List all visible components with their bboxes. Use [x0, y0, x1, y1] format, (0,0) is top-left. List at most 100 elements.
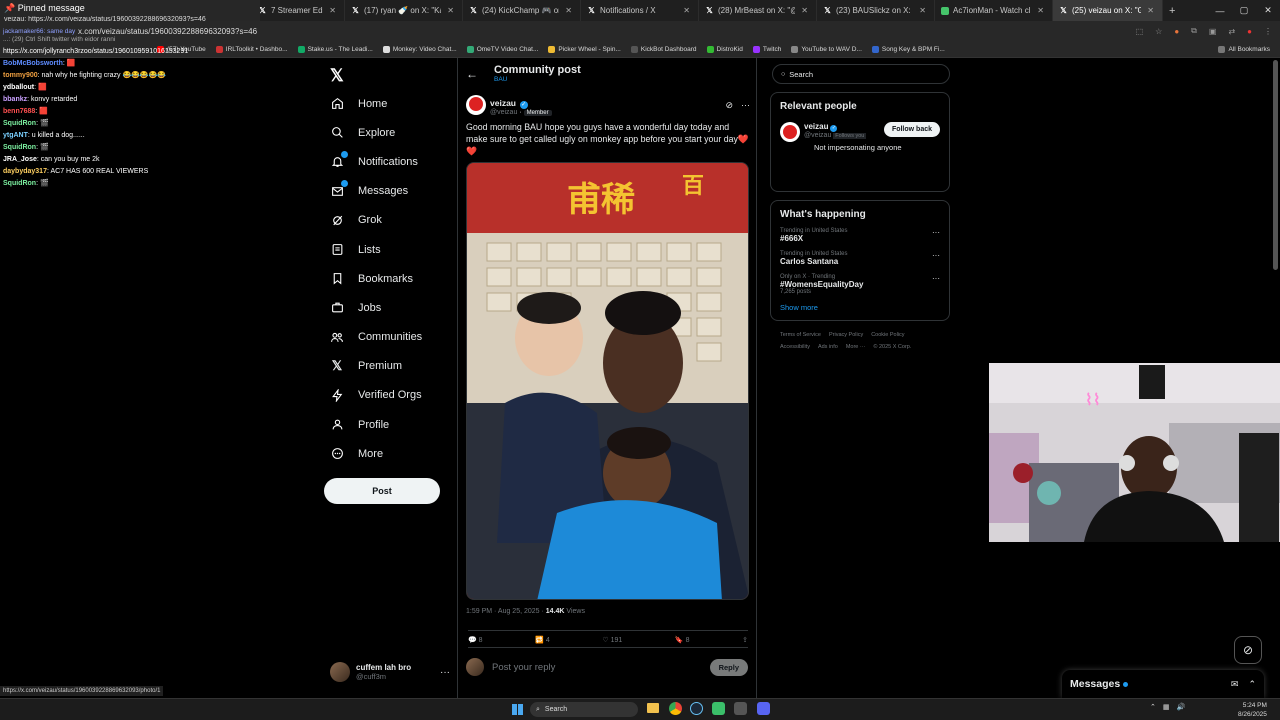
- footer-link[interactable]: © 2025 X Corp.: [873, 344, 911, 350]
- ellipsis-icon[interactable]: ···: [440, 667, 450, 678]
- bookmark-item[interactable]: Song Key & BPM Fi...: [871, 45, 945, 53]
- bookmark-item[interactable]: DistroKid: [706, 45, 743, 53]
- close-icon[interactable]: ✕: [1147, 6, 1154, 15]
- grok-float-button[interactable]: ⊘: [1234, 636, 1262, 664]
- bookmark-item[interactable]: Stake.us - The Leadi...: [297, 45, 373, 53]
- app-icon[interactable]: [734, 702, 747, 715]
- sidebar-icon[interactable]: ⇄: [1228, 27, 1235, 36]
- post-photo[interactable]: 甫稀 百: [466, 162, 749, 600]
- record-icon[interactable]: ●: [1247, 27, 1252, 36]
- profile-icon[interactable]: ▣: [1209, 27, 1217, 36]
- post-button[interactable]: Post: [324, 478, 440, 504]
- browser-tab[interactable]: 𝕏 Notifications / X ✕: [581, 0, 699, 21]
- nav-communities[interactable]: Communities: [318, 323, 456, 352]
- ellipsis-icon[interactable]: ···: [932, 228, 940, 237]
- chat-username[interactable]: SquidRon: [3, 144, 36, 151]
- avatar[interactable]: [780, 122, 800, 142]
- all-bookmarks[interactable]: All Bookmarks: [1218, 45, 1270, 53]
- messages-drawer[interactable]: Messages ✉ ⌃: [1062, 670, 1264, 698]
- nav-verified-orgs[interactable]: Verified Orgs: [318, 381, 456, 410]
- nav-lists[interactable]: Lists: [318, 235, 456, 264]
- clock[interactable]: 5:24 PM 8/26/2025: [1238, 701, 1267, 719]
- nav-home[interactable]: Home: [318, 89, 456, 118]
- chat-username[interactable]: BobMcBobsworth: [3, 60, 63, 67]
- close-icon[interactable]: ✕: [801, 6, 808, 15]
- close-icon[interactable]: ✕: [1037, 6, 1044, 15]
- footer-link[interactable]: Terms of Service: [780, 332, 821, 338]
- community-link[interactable]: BAU: [494, 76, 581, 83]
- reply-button[interactable]: Reply: [709, 658, 748, 676]
- close-icon[interactable]: ✕: [683, 6, 690, 15]
- nav-premium[interactable]: 𝕏 Premium: [318, 352, 456, 381]
- reply-action[interactable]: 💬 8: [468, 636, 483, 644]
- extensions-icon[interactable]: ⬚: [1136, 27, 1144, 36]
- trend-item[interactable]: Trending in United States Carlos Santana ·…: [780, 251, 940, 266]
- browser-tab[interactable]: 𝕏(17) ryan 🍼 on X: "Kai Cenat✕: [345, 0, 463, 21]
- close-icon[interactable]: ✕: [447, 6, 454, 15]
- search-box[interactable]: ○ Search: [772, 64, 950, 84]
- share-icon[interactable]: ⇪: [742, 636, 748, 644]
- windows-start-icon[interactable]: [512, 704, 523, 715]
- close-window-icon[interactable]: ✕: [1256, 5, 1280, 16]
- browser-tab[interactable]: 𝕏(23) BAUSlickz on X: "HS mall✕: [817, 0, 935, 21]
- nav-profile[interactable]: Profile: [318, 410, 456, 439]
- chat-username[interactable]: benn7688: [3, 108, 35, 115]
- ellipsis-icon[interactable]: ···: [932, 274, 940, 283]
- nav-jobs[interactable]: Jobs: [318, 293, 456, 322]
- browser-tab[interactable]: 𝕏(24) KickChamp 🎮 on X: "xQ✕: [463, 0, 581, 21]
- bookmark-item[interactable]: Twitch: [752, 45, 781, 53]
- follow-back-button[interactable]: Follow back: [883, 122, 940, 137]
- network-icon[interactable]: ▦: [1163, 703, 1170, 711]
- chat-username[interactable]: tommy900: [3, 72, 38, 79]
- repost-action[interactable]: 🔁 4: [535, 636, 550, 644]
- footer-link[interactable]: Accessibility: [780, 344, 810, 350]
- person-name[interactable]: veizau: [804, 122, 828, 131]
- nav-messages[interactable]: Messages: [318, 177, 456, 206]
- bookmark-item[interactable]: Picker Wheel - Spin...: [548, 45, 621, 53]
- bookmark-item[interactable]: KickBot Dashboard: [630, 45, 697, 53]
- chat-username[interactable]: SquidRon: [3, 120, 36, 127]
- maximize-icon[interactable]: ▢: [1232, 5, 1256, 16]
- chrome-icon[interactable]: [669, 702, 682, 715]
- browser-tab[interactable]: Ac7ionMan - Watch clips on K✕: [935, 0, 1053, 21]
- footer-link[interactable]: Cookie Policy: [871, 332, 904, 338]
- footer-link[interactable]: More ···: [846, 344, 866, 350]
- menu-icon[interactable]: ⋮: [1264, 27, 1272, 36]
- nav-explore[interactable]: Explore: [318, 118, 456, 147]
- steam-icon[interactable]: [690, 702, 703, 715]
- ellipsis-icon[interactable]: ···: [741, 100, 750, 110]
- author-avatar[interactable]: [466, 95, 486, 115]
- minimize-icon[interactable]: —: [1208, 6, 1232, 16]
- nav-grok[interactable]: Grok: [318, 206, 456, 235]
- close-icon[interactable]: ✕: [919, 6, 926, 15]
- back-arrow-icon[interactable]: ←: [466, 67, 478, 81]
- bookmark-item[interactable]: YouTube to WAV D...: [791, 45, 862, 53]
- chat-username[interactable]: JRA_Jose: [3, 156, 37, 163]
- taskbar-search[interactable]: ⌕ Search: [530, 702, 638, 717]
- account-switcher[interactable]: cuffem lah bro @cuff3m ···: [330, 662, 450, 682]
- browser-tab[interactable]: 𝕏(28) MrBeast on X: "@Feared✕: [699, 0, 817, 21]
- bookmark-item[interactable]: OmeTV Video Chat...: [466, 45, 538, 53]
- close-icon[interactable]: ✕: [329, 6, 336, 15]
- compose-message-icon[interactable]: ✉: [1231, 679, 1239, 690]
- ellipsis-icon[interactable]: ···: [932, 251, 940, 260]
- like-action[interactable]: ♡ 191: [602, 636, 622, 644]
- chat-username[interactable]: bbankz: [3, 96, 27, 103]
- expand-icon[interactable]: ⌃: [1248, 679, 1256, 690]
- nav-more[interactable]: More: [318, 439, 456, 468]
- chat-username[interactable]: daybyday317: [3, 168, 47, 175]
- close-icon[interactable]: ✕: [565, 6, 572, 15]
- show-more-link[interactable]: Show more: [780, 303, 940, 312]
- chat-username[interactable]: SquidRon: [3, 180, 36, 187]
- new-tab-button[interactable]: +: [1163, 0, 1183, 21]
- author-name[interactable]: veizau: [490, 98, 516, 108]
- browser-tab-active[interactable]: 𝕏(25) veizau on X: "Good morn✕: [1053, 0, 1163, 21]
- app-icon[interactable]: [712, 702, 725, 715]
- volume-icon[interactable]: 🔊: [1177, 703, 1186, 711]
- x-logo-icon[interactable]: 𝕏: [330, 66, 344, 86]
- footer-link[interactable]: Privacy Policy: [829, 332, 863, 338]
- chat-username[interactable]: ytgANT: [3, 132, 28, 139]
- bookmark-item[interactable]: Monkey: Video Chat...: [382, 45, 457, 53]
- nav-bookmarks[interactable]: Bookmarks: [318, 264, 456, 293]
- grok-icon[interactable]: ⊘: [725, 100, 733, 111]
